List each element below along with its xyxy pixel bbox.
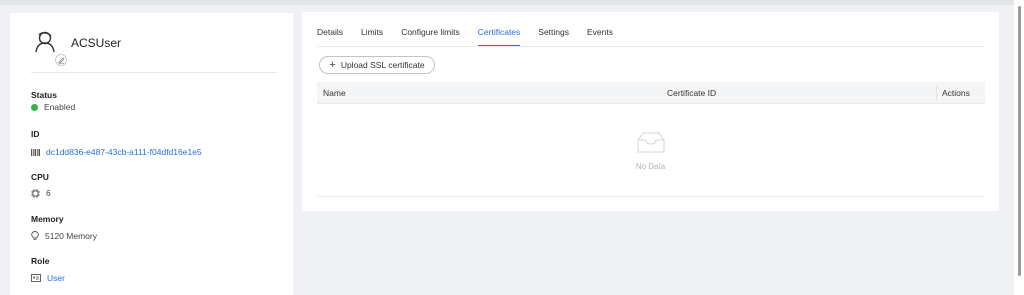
status-text: Enabled <box>44 102 76 112</box>
divider <box>31 72 277 73</box>
lightbulb-icon <box>31 231 39 241</box>
upload-button-label: Upload SSL certificate <box>340 60 425 70</box>
tab-configure-limits[interactable]: Configure limits <box>401 25 460 47</box>
column-header-name: Name <box>323 88 346 98</box>
edit-avatar-button[interactable] <box>55 54 67 66</box>
table-bottom-border <box>317 196 985 197</box>
memory-value: 5120 Memory <box>31 231 97 241</box>
id-label: ID <box>31 129 40 139</box>
cpu-value: 6 <box>31 188 51 198</box>
cpu-text: 6 <box>46 188 51 198</box>
column-header-certificate-id: Certificate ID <box>667 88 717 98</box>
tab-certificates[interactable]: Certificates <box>477 25 520 47</box>
upload-ssl-certificate-button[interactable]: + Upload SSL certificate <box>319 56 435 74</box>
table-header: Name Certificate ID Actions <box>317 82 985 104</box>
memory-text: 5120 Memory <box>45 231 97 241</box>
tabs-divider <box>317 46 985 47</box>
id-card-icon <box>31 274 41 282</box>
user-avatar-icon <box>35 31 55 53</box>
scrollbar-thumb[interactable] <box>1018 6 1021 276</box>
edit-icon <box>57 56 65 64</box>
scrollbar-track[interactable] <box>1014 0 1024 295</box>
role-link[interactable]: User <box>47 273 65 283</box>
tab-limits[interactable]: Limits <box>361 25 383 47</box>
role-label: Role <box>31 256 50 266</box>
memory-label: Memory <box>31 214 64 224</box>
role-value: User <box>31 273 65 283</box>
top-bar <box>0 0 1024 5</box>
tab-bar: Details Limits Configure limits Certific… <box>317 25 631 47</box>
id-value: dc1dd836-e487-43cb-a111-f04dfd16e1e5 <box>31 147 202 157</box>
user-summary-panel: ACSUser Status Enabled ID dc1dd836-e487-… <box>10 13 293 295</box>
column-separator <box>936 86 937 100</box>
column-header-actions: Actions <box>942 88 970 98</box>
empty-state-text: No Data <box>635 162 666 171</box>
tab-settings[interactable]: Settings <box>538 25 569 47</box>
certificates-panel: Details Limits Configure limits Certific… <box>302 12 999 211</box>
tab-details[interactable]: Details <box>317 25 343 47</box>
status-indicator-icon <box>31 103 38 111</box>
inbox-icon <box>637 132 665 153</box>
status-value: Enabled <box>31 102 75 112</box>
id-link[interactable]: dc1dd836-e487-43cb-a111-f04dfd16e1e5 <box>46 147 202 157</box>
barcode-icon <box>31 148 40 156</box>
plus-icon: + <box>329 59 336 71</box>
cpu-label: CPU <box>31 172 49 182</box>
chip-icon <box>31 188 40 198</box>
user-name: ACSUser <box>71 36 122 50</box>
status-label: Status <box>31 90 57 100</box>
tab-events[interactable]: Events <box>587 25 613 47</box>
